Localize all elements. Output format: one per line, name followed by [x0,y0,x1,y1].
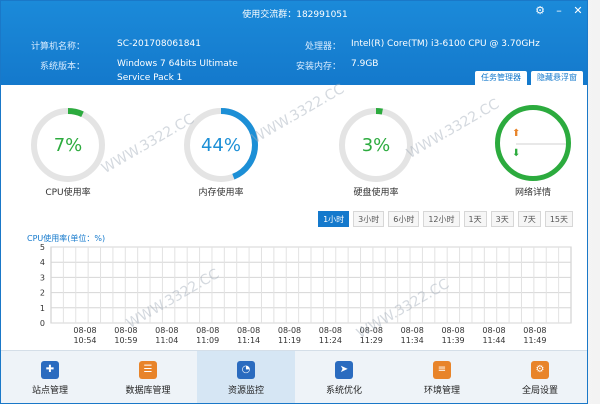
ram-label: 安装内存： [295,62,341,72]
os-label: 系统版本： [39,62,85,72]
x-tick-date: 08-08 [237,326,260,335]
header: 使用交流群：182991051 ⚙ – ✕ 计算机名称： SC-20170806… [1,1,587,85]
nav-environment-management[interactable]: ≡ 环境管理 [393,351,491,403]
x-tick-time: 10:54 [73,336,96,345]
database-icon: ☰ [139,360,157,379]
task-manager-tab[interactable]: 任务管理器 [475,71,527,85]
memory-gauge-label: 内存使用率 [198,188,244,198]
range-15d[interactable]: 15天 [544,211,573,227]
x-tick-time: 11:09 [196,336,219,345]
disk-gauge: 3% [336,105,416,185]
range-3d[interactable]: 3天 [490,211,514,227]
network-circle[interactable]: ⬆ ⬇ [495,105,571,181]
range-7d[interactable]: 7天 [517,211,541,227]
ram-value: 7.9GB [351,59,379,69]
header-tabs: 任务管理器 隐藏悬浮窗 [475,71,583,85]
disk-gauge-value: 3% [361,134,391,156]
gauge-icon: ◔ [237,360,255,379]
window-title: 使用交流群：182991051 [242,10,348,20]
x-tick-date: 08-08 [196,326,219,335]
memory-gauge: 44% [181,105,261,185]
window-controls: ⚙ – ✕ [535,5,583,16]
range-6h[interactable]: 6小时 [388,211,420,227]
x-tick-date: 08-08 [441,326,464,335]
y-tick-label: 5 [40,243,45,252]
range-12h[interactable]: 12小时 [423,211,460,227]
nav-global-settings[interactable]: ⚙ 全局设置 [491,351,587,403]
x-tick-date: 08-08 [482,326,505,335]
y-tick-label: 1 [40,304,45,313]
hide-float-window-tab[interactable]: 隐藏悬浮窗 [531,71,583,85]
x-tick-date: 08-08 [155,326,178,335]
y-tick-label: 0 [40,319,45,328]
x-tick-time: 11:49 [523,336,546,345]
x-tick-date: 08-08 [523,326,546,335]
cpu-usage-chart: 01234508-0810:5408-0810:5908-0811:0408-0… [40,243,572,345]
computer-name-label: 计算机名称： [30,42,85,52]
y-tick-label: 4 [40,258,45,267]
range-3h[interactable]: 3小时 [353,211,385,227]
x-tick-date: 08-08 [319,326,342,335]
rocket-icon: ➤ [335,360,353,379]
time-range-bar: 1小时 3小时 6小时 12小时 1天 3天 7天 15天 [318,211,573,227]
x-tick-date: 08-08 [73,326,96,335]
bottom-nav: ✚ 站点管理 ☰ 数据库管理 ◔ 资源监控 ➤ 系统优化 ≡ 环境管理 ⚙ 全局… [1,350,587,403]
x-tick-time: 11:29 [360,336,383,345]
x-tick-date: 08-08 [114,326,137,335]
server-icon: ≡ [433,360,451,379]
x-tick-time: 10:59 [114,336,137,345]
nav-label-site: 站点管理 [31,385,68,396]
range-1d[interactable]: 1天 [463,211,487,227]
memory-gauge-value: 44% [200,134,241,156]
cpu-value: Intel(R) Core(TM) i3-6100 CPU @ 3.70GHz [351,39,540,49]
os-value: Windows 7 64bits Ultimate Service Pack 1 [117,59,238,83]
cpu-gauge-label: CPU使用率 [45,188,91,198]
y-tick-label: 2 [40,289,45,298]
download-arrow-icon: ⬇ [512,148,520,159]
minimize-icon[interactable]: – [554,5,564,16]
cpu-label: 处理器： [304,42,341,52]
gear-icon[interactable]: ⚙ [535,5,545,16]
x-tick-date: 08-08 [278,326,301,335]
nav-label-settings: 全局设置 [521,385,558,396]
x-tick-time: 11:04 [155,336,178,345]
nav-label-monitor: 资源监控 [227,385,264,396]
y-tick-label: 3 [40,273,45,282]
monitor-settings-icon: ⚙ [531,360,549,379]
x-tick-date: 08-08 [401,326,424,335]
nav-database-management[interactable]: ☰ 数据库管理 [99,351,197,403]
x-tick-time: 11:14 [237,336,260,345]
disk-gauge-label: 硬盘使用率 [353,188,399,198]
nav-site-management[interactable]: ✚ 站点管理 [1,351,99,403]
x-tick-date: 08-08 [360,326,383,335]
x-tick-time: 11:19 [278,336,301,345]
computer-name-value: SC-201708061841 [117,39,201,49]
nav-resource-monitor[interactable]: ◔ 资源监控 [197,351,295,403]
nav-label-optimize: 系统优化 [325,385,362,396]
upload-arrow-icon: ⬆ [512,128,520,139]
nav-label-database: 数据库管理 [125,385,171,396]
range-1h[interactable]: 1小时 [318,211,350,227]
x-tick-time: 11:39 [442,336,465,345]
cpu-gauge-value: 7% [53,134,83,156]
nav-label-environment: 环境管理 [423,385,460,396]
network-chart: ⬆ ⬇ [512,128,566,159]
app-window: 使用交流群：182991051 ⚙ – ✕ 计算机名称： SC-20170806… [0,0,588,404]
nav-system-optimize[interactable]: ➤ 系统优化 [295,351,393,403]
x-tick-time: 11:24 [319,336,342,345]
cpu-gauge: 7% [28,105,108,185]
x-tick-time: 11:44 [482,336,505,345]
wrench-icon: ✚ [41,360,59,379]
x-tick-time: 11:34 [401,336,424,345]
network-label: 网络详情 [514,188,551,198]
close-icon[interactable]: ✕ [573,5,583,16]
